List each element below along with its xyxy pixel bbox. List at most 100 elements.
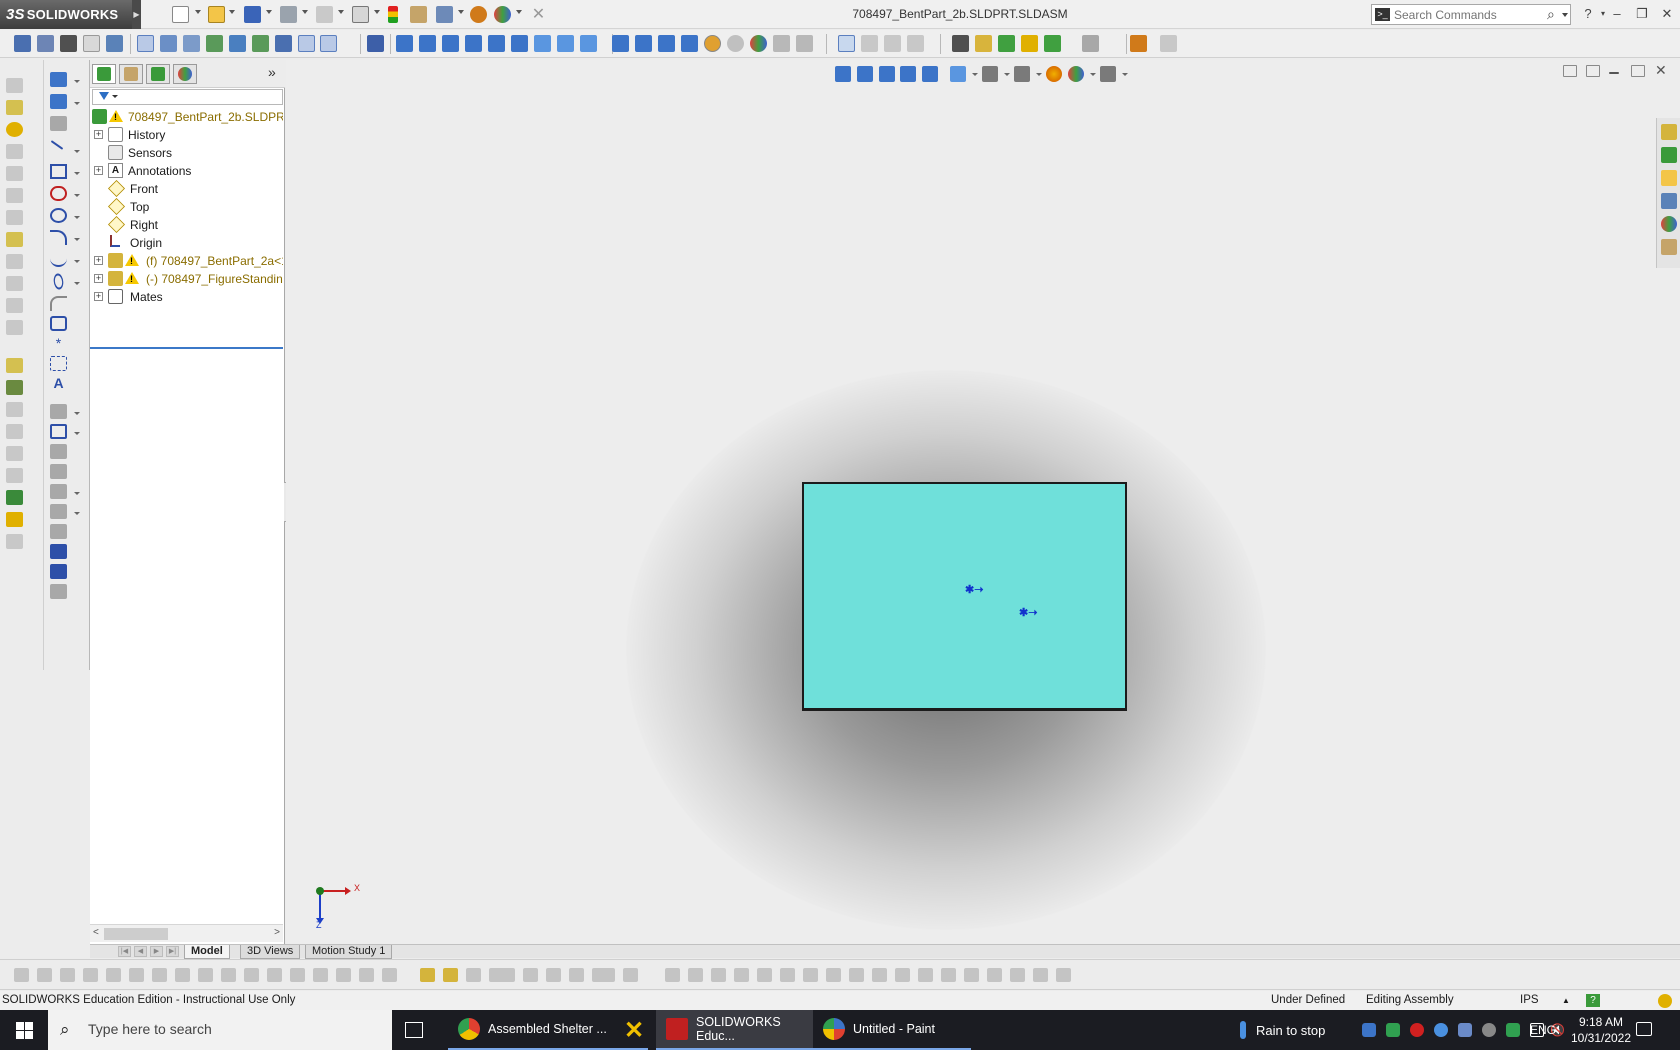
bottom-command-icon[interactable] — [152, 968, 167, 982]
arc-icon[interactable] — [50, 230, 67, 245]
bottom-command-icon[interactable] — [382, 968, 397, 982]
toolbar-options-icon[interactable] — [1160, 35, 1177, 52]
revolved-cut-icon[interactable] — [6, 188, 23, 203]
view-orientation-icon[interactable] — [950, 66, 966, 82]
new-dropdown-icon[interactable] — [195, 10, 201, 14]
sketch-dropdown-icon[interactable] — [74, 80, 80, 83]
dynamic-annotation-icon[interactable] — [884, 35, 901, 52]
dome-icon[interactable] — [6, 512, 23, 527]
offset-entities-icon[interactable] — [50, 444, 67, 459]
view-settings-dropdown-icon[interactable] — [1122, 73, 1128, 76]
section-properties-icon[interactable] — [998, 35, 1015, 52]
bottom-command-icon[interactable] — [918, 968, 933, 982]
section-view-icon[interactable] — [900, 66, 916, 82]
mate-icon[interactable] — [160, 35, 177, 52]
trim-icon[interactable] — [50, 404, 67, 419]
viewport-restore-icon[interactable] — [1631, 65, 1645, 77]
slot-dropdown-icon[interactable] — [74, 194, 80, 197]
statistics-icon[interactable] — [1044, 35, 1061, 52]
zoom-to-area-icon[interactable] — [857, 66, 873, 82]
onedrive-icon[interactable] — [1434, 1023, 1448, 1037]
linear-sketch-pattern-icon[interactable] — [50, 484, 67, 499]
polygon-icon[interactable] — [50, 316, 67, 331]
save-icon[interactable] — [244, 6, 261, 23]
filter-dropdown-icon[interactable] — [112, 95, 118, 98]
solidworks-logo[interactable]: 3S SOLIDWORKS — [0, 0, 132, 29]
line-dropdown-icon[interactable] — [74, 150, 80, 153]
bottom-command-icon[interactable] — [895, 968, 910, 982]
scenes-dropdown-icon[interactable] — [516, 10, 522, 14]
bottom-command-icon[interactable] — [420, 968, 435, 982]
bottom-command-icon[interactable] — [466, 968, 481, 982]
view-top-icon[interactable] — [488, 35, 505, 52]
swept-boss-icon[interactable] — [6, 122, 23, 137]
select-dropdown-icon[interactable] — [374, 10, 380, 14]
undo-icon[interactable] — [316, 6, 333, 23]
centerline-icon[interactable] — [50, 356, 67, 371]
tray-sync-icon[interactable] — [1482, 1023, 1496, 1037]
bottom-command-icon[interactable] — [623, 968, 638, 982]
tab-motion-study[interactable]: Motion Study 1 — [305, 945, 393, 959]
tree-root-assembly[interactable]: 708497_BentPart_2b.SLDPRT — [90, 108, 283, 126]
bottom-command-icon[interactable] — [757, 968, 772, 982]
circle-dropdown-icon[interactable] — [74, 216, 80, 219]
circle-icon[interactable] — [50, 208, 67, 223]
pan-icon[interactable] — [658, 35, 675, 52]
bottom-command-icon[interactable] — [803, 968, 818, 982]
bottom-command-icon[interactable] — [336, 968, 351, 982]
bottom-command-icon[interactable] — [106, 968, 121, 982]
rebuild-status-icon[interactable] — [1658, 994, 1672, 1008]
display-style-dropdown-icon[interactable] — [1004, 73, 1010, 76]
tree-item-right-plane[interactable]: Right — [90, 216, 283, 234]
spline-dropdown-icon[interactable] — [74, 260, 80, 263]
expand-toggle-icon[interactable]: + — [94, 274, 103, 283]
rotate-view-icon[interactable] — [681, 35, 698, 52]
bottom-command-icon[interactable] — [1010, 968, 1025, 982]
print-icon[interactable] — [280, 6, 297, 23]
view-palette-icon[interactable] — [1661, 193, 1677, 209]
tray-teams-icon[interactable] — [1458, 1023, 1472, 1037]
open-dropdown-icon[interactable] — [229, 10, 235, 14]
expand-toggle-icon[interactable]: + — [94, 292, 103, 301]
home-icon[interactable] — [1661, 124, 1677, 140]
mirror-entities-icon[interactable] — [50, 464, 67, 479]
tab-display-manager[interactable] — [173, 64, 197, 84]
linear-pattern-icon[interactable] — [6, 276, 23, 291]
shell-icon[interactable] — [6, 446, 23, 461]
extruded-cut-icon[interactable] — [6, 166, 23, 181]
line-icon[interactable] — [50, 140, 64, 150]
convert-dropdown-icon[interactable] — [74, 432, 80, 435]
bottom-command-icon[interactable] — [500, 968, 515, 982]
relations-icon[interactable] — [50, 116, 67, 131]
search-commands-box[interactable]: >_ ⌕ — [1371, 4, 1571, 25]
addins-icon[interactable] — [1130, 35, 1147, 52]
bottom-command-icon[interactable] — [941, 968, 956, 982]
bottom-command-icon[interactable] — [688, 968, 703, 982]
mate-indicator-icon[interactable]: ✱➝ — [1019, 606, 1037, 619]
expand-toggle-icon[interactable]: + — [94, 166, 103, 175]
swept-cut-icon[interactable] — [6, 210, 23, 225]
tab-3d-views[interactable]: 3D Views — [240, 945, 301, 959]
appearances-scenes-icon[interactable] — [1661, 216, 1677, 232]
restore-button[interactable]: ❐ — [1631, 4, 1653, 24]
shaded-with-edges-icon[interactable] — [727, 35, 744, 52]
smart-dimension-icon[interactable] — [37, 35, 54, 52]
options-dropdown-icon[interactable] — [458, 10, 464, 14]
mirror-icon[interactable] — [6, 468, 23, 483]
last-tab-icon[interactable]: ▶| — [166, 946, 179, 957]
file-properties-icon[interactable] — [410, 6, 427, 23]
ellipse-dropdown-icon[interactable] — [74, 282, 80, 285]
sketch-icon[interactable] — [14, 35, 31, 52]
tree-item-component-bentpart[interactable]: + (f) 708497_BentPart_2a<1> — [90, 252, 283, 270]
display-style-icon[interactable] — [982, 66, 998, 82]
mate-indicator-icon[interactable]: ✱➝ — [965, 583, 983, 596]
bottom-command-icon[interactable] — [37, 968, 52, 982]
scroll-thumb[interactable] — [104, 928, 168, 940]
convert-entities-icon[interactable] — [50, 424, 67, 439]
bent-part-body[interactable]: ✱➝ ✱➝ — [802, 482, 1127, 711]
snap-icon[interactable] — [137, 35, 154, 52]
rapid-sketch-icon[interactable] — [50, 584, 67, 599]
tree-item-top-plane[interactable]: Top — [90, 198, 283, 216]
rib-icon[interactable] — [6, 298, 23, 313]
bottom-command-icon[interactable] — [14, 968, 29, 982]
